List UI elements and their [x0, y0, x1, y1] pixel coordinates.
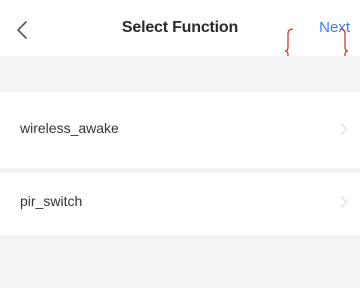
function-item-label: pir_switch: [20, 193, 83, 209]
function-item-label: wireless_awake: [20, 120, 119, 136]
chevron-right-icon: [340, 196, 348, 208]
chevron-right-icon: [340, 123, 348, 135]
next-button[interactable]: Next: [319, 19, 350, 36]
function-item-pir-switch[interactable]: pir_switch: [0, 173, 360, 235]
navigation-bar: Select Function Next: [0, 0, 360, 60]
function-item-wireless-awake[interactable]: wireless_awake: [0, 92, 360, 168]
section-divider: [0, 56, 360, 92]
page-title: Select Function: [121, 19, 239, 36]
empty-area: [0, 235, 360, 288]
